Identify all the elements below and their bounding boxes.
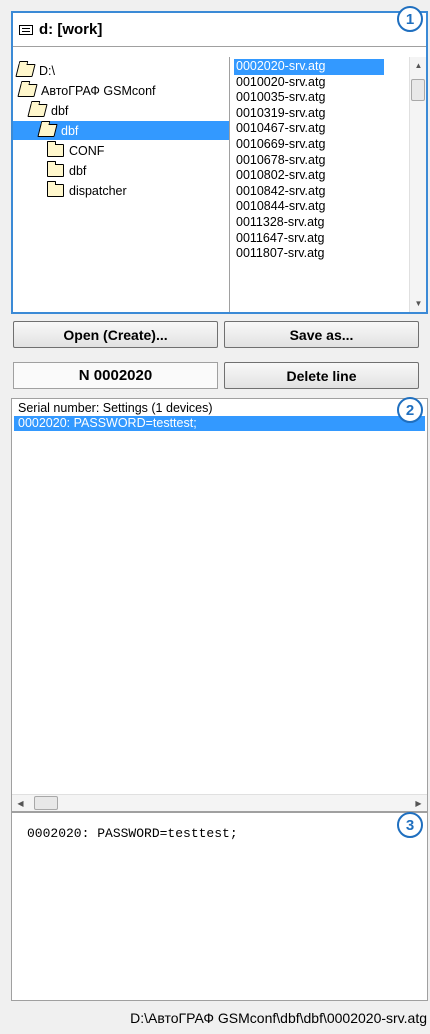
- folder-open-icon: [27, 104, 48, 117]
- file-list: 0002020-srv.atg 0010020-srv.atg 0010035-sr…: [234, 59, 404, 262]
- delete-line-button[interactable]: Delete line: [224, 362, 419, 389]
- file-item[interactable]: 0010669-srv.atg: [234, 137, 404, 153]
- file-item[interactable]: 0010842-srv.atg: [234, 184, 404, 200]
- app-window: d: [work] D:\ АвтоГРАФ GSMconf dbf dbf C…: [0, 0, 430, 1034]
- folder-closed-icon: [47, 141, 64, 157]
- file-item[interactable]: 0011807-srv.atg: [234, 246, 404, 262]
- file-item[interactable]: 0010678-srv.atg: [234, 153, 404, 169]
- settings-hscrollbar[interactable]: ◀ ▶: [12, 794, 427, 811]
- preview-scrollbar[interactable]: ▲ ▼: [410, 813, 427, 1000]
- file-item[interactable]: 0010802-srv.atg: [234, 168, 404, 184]
- scroll-left-icon[interactable]: ◀: [12, 795, 29, 812]
- tree-node-root[interactable]: D:\: [13, 61, 229, 80]
- folder-tree: D:\ АвтоГРАФ GSMconf dbf dbf CONF dbf di…: [13, 57, 230, 312]
- status-path: D:\АвтоГРАФ GSMconf\dbf\dbf\0002020-srv.…: [130, 1009, 427, 1026]
- file-item[interactable]: 0010467-srv.atg: [234, 121, 404, 137]
- tree-node-dbf-selected[interactable]: dbf: [13, 121, 229, 140]
- drive-selector[interactable]: d: [work]: [13, 13, 426, 47]
- file-browser-panel: d: [work] D:\ АвтоГРАФ GSMconf dbf dbf C…: [11, 11, 428, 314]
- folder-open-icon: [37, 124, 58, 137]
- preview-panel: 0002020: PASSWORD=testtest; ▲ ▼: [11, 812, 428, 1001]
- callout-badge-2: 2: [397, 397, 423, 423]
- drive-label: d: [work]: [39, 21, 103, 38]
- file-list-box: 0002020-srv.atg 0010020-srv.atg 0010035-sr…: [230, 57, 426, 312]
- open-create-button[interactable]: Open (Create)...: [13, 321, 218, 348]
- file-item[interactable]: 0002020-srv.atg: [234, 59, 384, 75]
- scroll-up-icon[interactable]: ▲: [410, 57, 426, 74]
- scroll-right-icon[interactable]: ▶: [410, 795, 427, 812]
- file-item[interactable]: 0011328-srv.atg: [234, 215, 404, 231]
- file-item[interactable]: 0010035-srv.atg: [234, 90, 404, 106]
- tree-node-dbf-child[interactable]: dbf: [13, 161, 229, 180]
- drive-icon: [19, 24, 33, 35]
- file-item[interactable]: 0010020-srv.atg: [234, 75, 404, 91]
- folder-open-icon: [15, 64, 36, 77]
- folder-closed-icon: [47, 181, 64, 197]
- status-bar: D:\АвтоГРАФ GSMconf\dbf\dbf\0002020-srv.…: [0, 1001, 430, 1034]
- file-item[interactable]: 0010844-srv.atg: [234, 199, 404, 215]
- folder-open-icon: [17, 84, 38, 97]
- file-item[interactable]: 0011647-srv.atg: [234, 231, 404, 247]
- save-as-button[interactable]: Save as...: [224, 321, 419, 348]
- scroll-thumb[interactable]: [411, 79, 425, 101]
- scroll-down-icon[interactable]: ▼: [410, 295, 426, 312]
- tree-node-gsmconf[interactable]: АвтоГРАФ GSMconf: [13, 81, 229, 100]
- file-item[interactable]: 0010319-srv.atg: [234, 106, 404, 122]
- device-number: N 0002020: [13, 362, 218, 389]
- tree-node-dbf[interactable]: dbf: [13, 101, 229, 120]
- settings-row[interactable]: 0002020: PASSWORD=testtest;: [14, 416, 425, 431]
- settings-header: Serial number: Settings (1 devices): [18, 401, 213, 415]
- callout-badge-1: 1: [397, 6, 423, 32]
- tree-node-conf[interactable]: CONF: [13, 141, 229, 160]
- preview-text[interactable]: 0002020: PASSWORD=testtest;: [27, 826, 238, 841]
- tree-node-dispatcher[interactable]: dispatcher: [13, 181, 229, 200]
- settings-list: Serial number: Settings (1 devices) 0002…: [14, 401, 425, 431]
- file-list-scrollbar[interactable]: ▲ ▼: [409, 57, 426, 312]
- callout-badge-3: 3: [397, 812, 423, 838]
- folder-closed-icon: [47, 161, 64, 177]
- scroll-thumb[interactable]: [34, 796, 58, 810]
- settings-list-panel: Serial number: Settings (1 devices) 0002…: [11, 398, 428, 812]
